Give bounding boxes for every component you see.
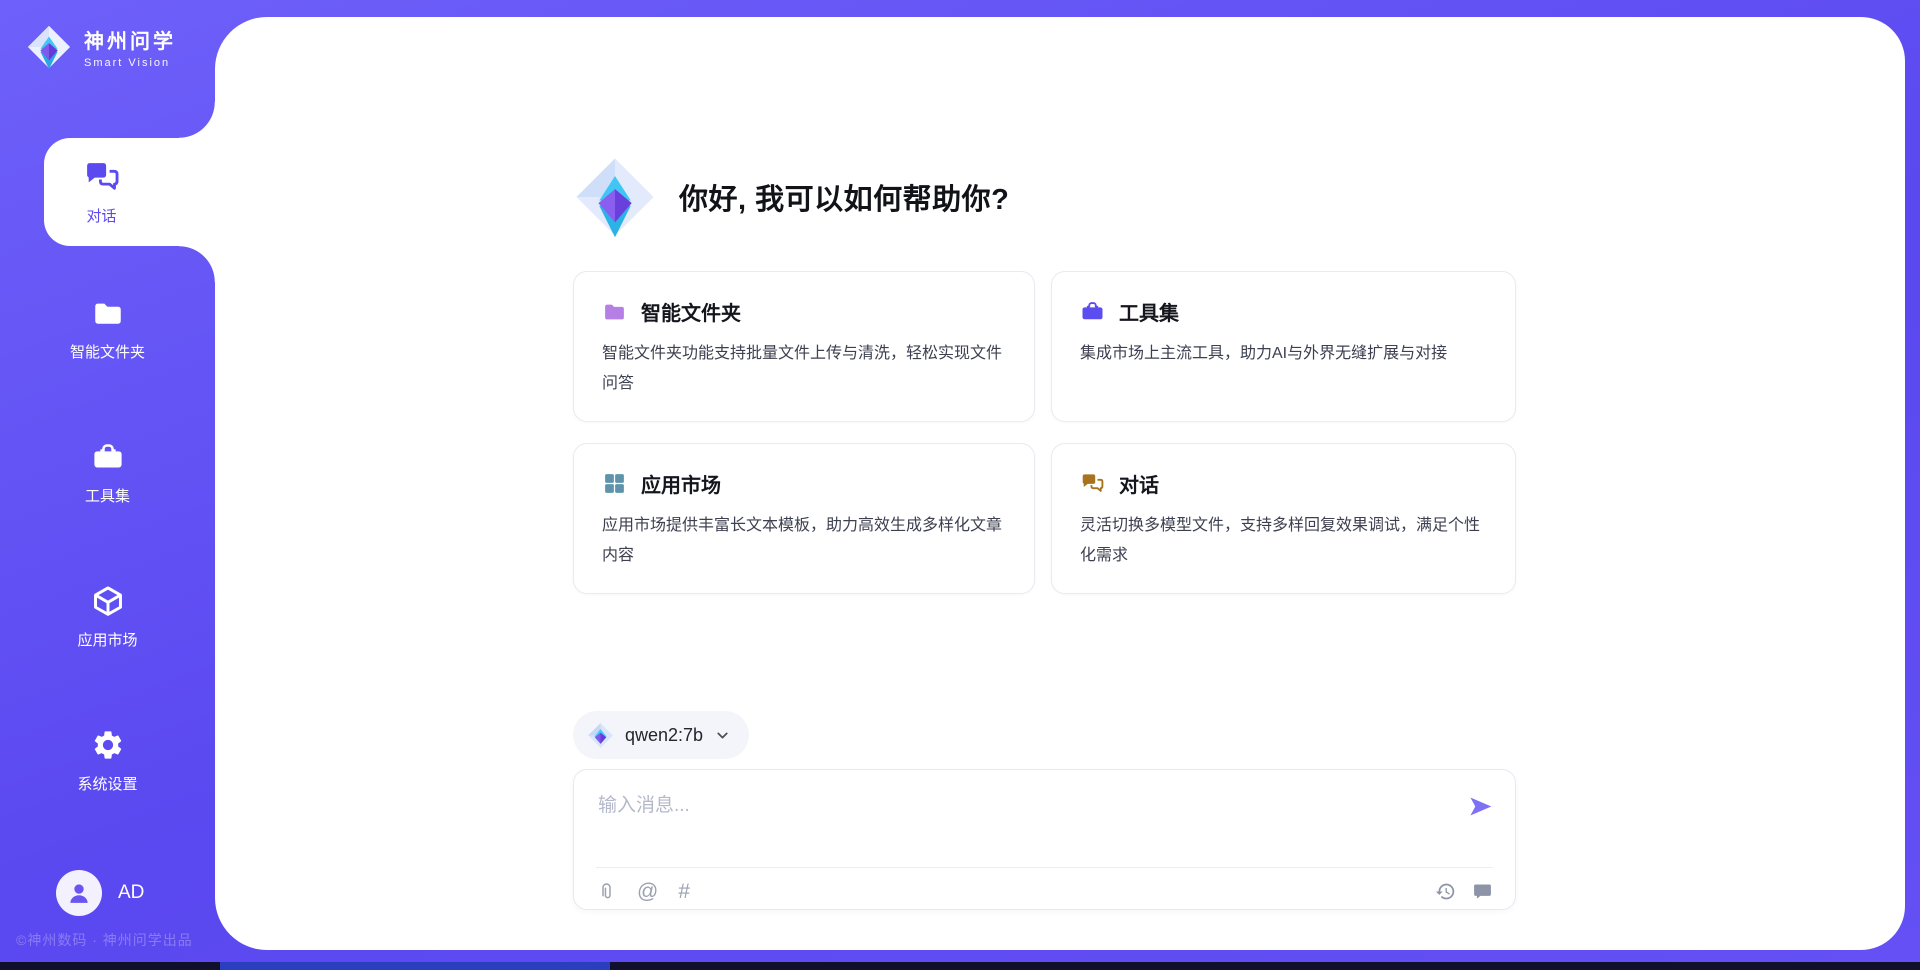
card-description: 智能文件夹功能支持批量文件上传与清洗，轻松实现文件问答 [602,339,1006,399]
send-icon[interactable] [1467,793,1494,820]
card-title: 应用市场 [641,469,721,498]
gear-icon [91,728,125,762]
card-description: 集成市场上主流工具，助力AI与外界无缝扩展与对接 [1080,339,1487,369]
brand-subtitle: Smart Vision [84,57,176,69]
sidebar-item-label: 对话 [86,205,116,226]
card-title: 工具集 [1119,297,1179,326]
cube-icon [91,584,125,618]
avatar [56,870,102,916]
greeting-title: 你好, 我可以如何帮助你? [679,176,1009,218]
app-logo-diamond-icon [573,155,657,239]
card-app-market[interactable]: 应用市场 应用市场提供丰富长文本模板，助力高效生成多样化文章内容 [573,443,1035,594]
user-name: AD [118,882,144,904]
briefcase-icon [1080,299,1105,324]
hash-icon[interactable]: # [678,881,690,902]
message-input[interactable] [574,770,1434,846]
sidebar-item-chat[interactable]: 对话 [44,138,215,246]
model-diamond-icon [587,722,614,749]
message-square-icon[interactable] [1472,881,1493,902]
brand-name: 神州问学 [84,25,176,54]
card-title: 对话 [1119,469,1159,498]
brand-diamond-icon [26,24,72,70]
chat-icon [1080,471,1105,496]
sidebar-item-toolset[interactable]: 工具集 [0,440,215,506]
feature-cards: 智能文件夹 智能文件夹功能支持批量文件上传与清洗，轻松实现文件问答 工具集 集成… [573,271,1516,594]
sidebar-item-app-market[interactable]: 应用市场 [0,584,215,650]
copyright-footer: ©神州数码 · 神州问学出品 [16,930,193,950]
paperclip-icon[interactable] [596,881,617,902]
folder-icon [91,296,125,330]
person-icon [65,879,93,907]
brand-logo: 神州问学 Smart Vision [26,24,176,70]
model-selector[interactable]: qwen2:7b [573,711,749,759]
chat-icon [83,158,121,196]
bottom-edge-bar [0,962,1920,970]
briefcase-icon [91,440,125,474]
card-title: 智能文件夹 [641,297,741,326]
sidebar-item-settings[interactable]: 系统设置 [0,728,215,794]
sidebar-item-smart-folder[interactable]: 智能文件夹 [0,296,215,362]
sidebar: 神州问学 Smart Vision 对话 智能文件夹 工具集 应用市场 [0,0,215,970]
grid-icon [602,471,627,496]
bottom-edge-highlight [220,962,610,970]
card-toolset[interactable]: 工具集 集成市场上主流工具，助力AI与外界无缝扩展与对接 [1051,271,1516,422]
history-icon[interactable] [1435,881,1456,902]
sidebar-item-label: 系统设置 [77,773,137,794]
main-panel: 你好, 我可以如何帮助你? 智能文件夹 智能文件夹功能支持批量文件上传与清洗，轻… [215,17,1905,950]
folder-icon [602,299,627,324]
card-chat[interactable]: 对话 灵活切换多模型文件，支持多样回复效果调试，满足个性化需求 [1051,443,1516,594]
card-smart-folder[interactable]: 智能文件夹 智能文件夹功能支持批量文件上传与清洗，轻松实现文件问答 [573,271,1035,422]
sidebar-item-label: 智能文件夹 [70,341,145,362]
user-profile[interactable]: AD [56,870,144,916]
at-icon[interactable]: @ [637,881,658,902]
message-composer: @ # [573,769,1516,910]
greeting: 你好, 我可以如何帮助你? [573,155,1009,239]
chevron-down-icon [714,727,731,744]
composer-divider [596,867,1493,868]
card-description: 灵活切换多模型文件，支持多样回复效果调试，满足个性化需求 [1080,511,1487,571]
sidebar-item-label: 应用市场 [77,629,137,650]
card-description: 应用市场提供丰富长文本模板，助力高效生成多样化文章内容 [602,511,1006,571]
model-name: qwen2:7b [625,725,703,746]
sidebar-item-label: 工具集 [85,485,130,506]
